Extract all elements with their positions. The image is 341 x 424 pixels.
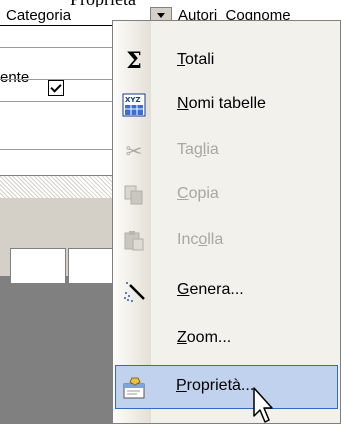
show-checkbox[interactable] xyxy=(48,80,64,96)
menu-item-proprieta[interactable]: Proprietà... xyxy=(115,365,338,409)
properties-icon xyxy=(122,376,148,400)
copy-icon xyxy=(121,183,147,207)
field-header-categoria[interactable]: Categoria xyxy=(6,7,71,24)
menu-item-nomi-tabelle[interactable]: XYZ Nomi tabelle xyxy=(115,83,338,127)
paste-icon xyxy=(121,229,147,253)
menu-item-copia[interactable]: Copia xyxy=(115,173,338,217)
scissors-icon: ✂ xyxy=(125,140,143,163)
sigma-icon: Σ xyxy=(126,48,142,74)
xyz-table-icon: XYZ xyxy=(121,93,147,117)
menu-item-taglia[interactable]: ✂ Taglia xyxy=(115,129,338,173)
scrollbar-track[interactable] xyxy=(0,175,125,199)
menu-item-totali[interactable]: Σ Totali xyxy=(115,39,338,83)
wand-icon xyxy=(121,279,147,303)
mouse-cursor-icon xyxy=(253,387,273,423)
field-box[interactable] xyxy=(10,248,66,284)
menu-item-genera[interactable]: Genera... xyxy=(115,269,338,313)
svg-text:XYZ: XYZ xyxy=(125,96,141,104)
field-box[interactable] xyxy=(68,248,114,284)
row-label-mostra: ente xyxy=(0,69,30,86)
context-menu: Σ Totali XYZ Nomi tabelle ✂ Taglia Copia xyxy=(112,20,341,424)
menu-item-zoom[interactable]: Zoom... xyxy=(115,317,338,361)
menu-item-incolla[interactable]: Incolla xyxy=(115,219,338,263)
